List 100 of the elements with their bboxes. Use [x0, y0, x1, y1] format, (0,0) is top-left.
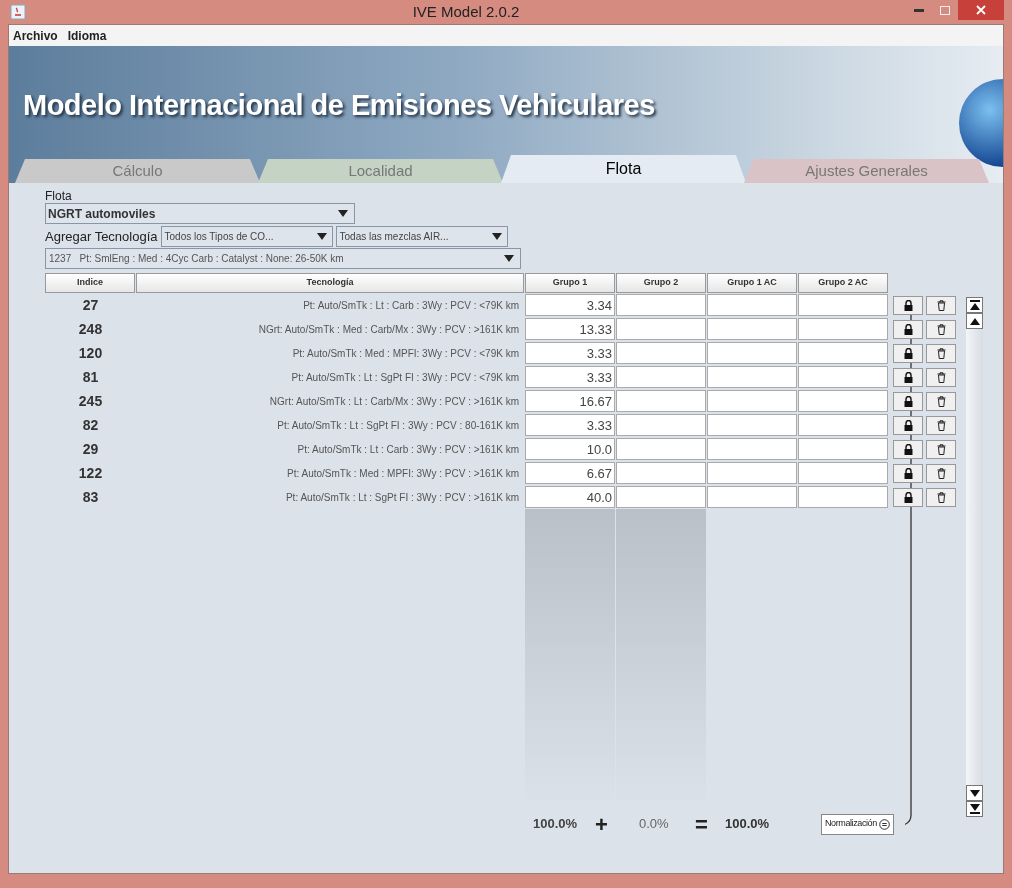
group-2-field[interactable]	[616, 294, 706, 316]
index-cell-text: 120	[77, 343, 104, 363]
index-cell-text: 81	[81, 367, 100, 387]
lock-button[interactable]	[893, 487, 923, 507]
technology-cell-text: Pt: Auto/SmTk : Med : MPFI: 3Wy : PCV : >161K km	[286, 466, 520, 481]
lock-button[interactable]	[893, 391, 923, 411]
group-1-ac-field[interactable]	[707, 486, 797, 508]
fleet-dropdown[interactable]: NGRT automoviles	[45, 203, 355, 224]
grand-total: 100.0%	[725, 815, 771, 834]
group-1-ac-field[interactable]	[707, 318, 797, 340]
delete-button[interactable]	[926, 343, 956, 363]
scroll-bottom-button[interactable]	[966, 801, 983, 817]
lock-icon	[903, 347, 913, 359]
group-2-field[interactable]	[616, 390, 706, 412]
lock-icon	[903, 299, 913, 311]
lock-button[interactable]	[893, 415, 923, 435]
caret-icon	[504, 255, 514, 262]
group-2-ac-field[interactable]	[798, 294, 888, 316]
group-1-ac-field[interactable]	[707, 438, 797, 460]
lock-icon	[903, 371, 913, 383]
caret-icon	[338, 210, 348, 217]
lock-icon	[903, 395, 913, 407]
lock-icon	[903, 467, 913, 479]
lock-icon	[903, 491, 913, 503]
delete-button[interactable]	[926, 367, 956, 387]
group-2-field[interactable]	[616, 438, 706, 460]
group-1-ac-field[interactable]	[707, 342, 797, 364]
close-button[interactable]	[958, 0, 1004, 20]
trash-icon	[936, 419, 946, 431]
group-1-field[interactable]: 3.33	[525, 414, 615, 436]
lock-button[interactable]	[893, 319, 923, 339]
add-technology-label: Agregar Tecnología	[45, 227, 158, 246]
group-1-ac-field[interactable]	[707, 390, 797, 412]
technology-cell-text: Pt: Auto/SmTk : Lt : Carb : 3Wy : PCV : <79K km	[302, 298, 520, 313]
group-2-field[interactable]	[616, 318, 706, 340]
group-2-ac-field[interactable]	[798, 366, 888, 388]
equals-sign: =	[695, 810, 709, 839]
trash-icon	[936, 371, 946, 383]
group-2-ac-field[interactable]	[798, 486, 888, 508]
group-1-field[interactable]: 3.33	[525, 342, 615, 364]
trash-icon	[936, 299, 946, 311]
group-1-total: 100.0%	[533, 815, 579, 834]
group-2-ac-field[interactable]	[798, 342, 888, 364]
group-2-ac-field[interactable]	[798, 318, 888, 340]
delete-button[interactable]	[926, 391, 956, 411]
app-icon	[10, 4, 26, 20]
group-1-field[interactable]: 40.0	[525, 486, 615, 508]
group-1-field[interactable]: 16.67	[525, 390, 615, 412]
technology-cell-text: NGrt: Auto/SmTk : Med : Carb/Mx : 3Wy : PCV : >161K km	[257, 322, 520, 337]
technology-cell-text: NGrt: Auto/SmTk : Lt : Carb/Mx : 3Wy : PCV : >161K km	[268, 394, 520, 409]
group-2-ac-field[interactable]	[798, 390, 888, 412]
group-2-ac-field[interactable]	[798, 462, 888, 484]
group-1-ac-field[interactable]	[707, 294, 797, 316]
trash-icon	[936, 467, 946, 479]
lock-button[interactable]	[893, 343, 923, 363]
delete-button[interactable]	[926, 295, 956, 315]
index-cell-text: 245	[77, 391, 104, 411]
group-1-ac-field[interactable]	[707, 414, 797, 436]
delete-button[interactable]	[926, 487, 956, 507]
menu-item[interactable]: Archivo	[13, 26, 58, 45]
group-2-field[interactable]	[616, 366, 706, 388]
index-cell-text: 82	[81, 415, 100, 435]
group-2-field[interactable]	[616, 414, 706, 436]
group-2-field[interactable]	[616, 342, 706, 364]
group-2-ac-field[interactable]	[798, 414, 888, 436]
equals-circle-icon	[878, 818, 890, 830]
trash-icon	[936, 323, 946, 335]
lock-button[interactable]	[893, 439, 923, 459]
technology-dropdown[interactable]: 1237 Pt: SmlEng : Med : 4Cyc Carb : Catalyst : None: 26-50K km	[45, 248, 521, 269]
technology-cell-text: Pt: Auto/SmTk : Lt : SgPt FI : 3Wy : PCV : 80-161K km	[276, 418, 520, 433]
index-cell-text: 122	[77, 463, 104, 483]
group-1-field[interactable]: 13.33	[525, 318, 615, 340]
group-1-field[interactable]: 10.0	[525, 438, 615, 460]
menu-item[interactable]: Idioma	[67, 26, 107, 45]
normalize-button[interactable]: Normalización	[821, 813, 894, 835]
lock-button[interactable]	[893, 463, 923, 483]
scroll-top-button[interactable]	[966, 297, 983, 313]
group-1-ac-field[interactable]	[707, 366, 797, 388]
lock-button[interactable]	[893, 367, 923, 387]
delete-button[interactable]	[926, 319, 956, 339]
scroll-down-button[interactable]	[966, 785, 983, 801]
delete-button[interactable]	[926, 415, 956, 435]
delete-button[interactable]	[926, 463, 956, 483]
group-1-field[interactable]: 3.33	[525, 366, 615, 388]
group-1-field[interactable]: 6.67	[525, 462, 615, 484]
filter-dropdown[interactable]: Todos los Tipos de CO...	[160, 226, 333, 247]
group-1-field[interactable]: 3.34	[525, 294, 615, 316]
lock-button[interactable]	[893, 295, 923, 315]
delete-button[interactable]	[926, 439, 956, 459]
column-header: Grupo 2	[616, 273, 706, 293]
group-1-ac-field[interactable]	[707, 462, 797, 484]
group-2-field[interactable]	[616, 462, 706, 484]
technology-cell-text: Pt: Auto/SmTk : Lt : SgPt FI : 3Wy : PCV : >161K km	[284, 490, 520, 505]
scroll-up-button[interactable]	[966, 313, 983, 329]
filter-dropdown[interactable]: Todas las mezclas AIR...	[335, 226, 508, 247]
group-2-ac-field[interactable]	[798, 438, 888, 460]
plus-sign: +	[595, 810, 609, 839]
tab[interactable]: Flota	[501, 155, 746, 183]
index-cell-text: 83	[81, 487, 100, 507]
group-2-field[interactable]	[616, 486, 706, 508]
